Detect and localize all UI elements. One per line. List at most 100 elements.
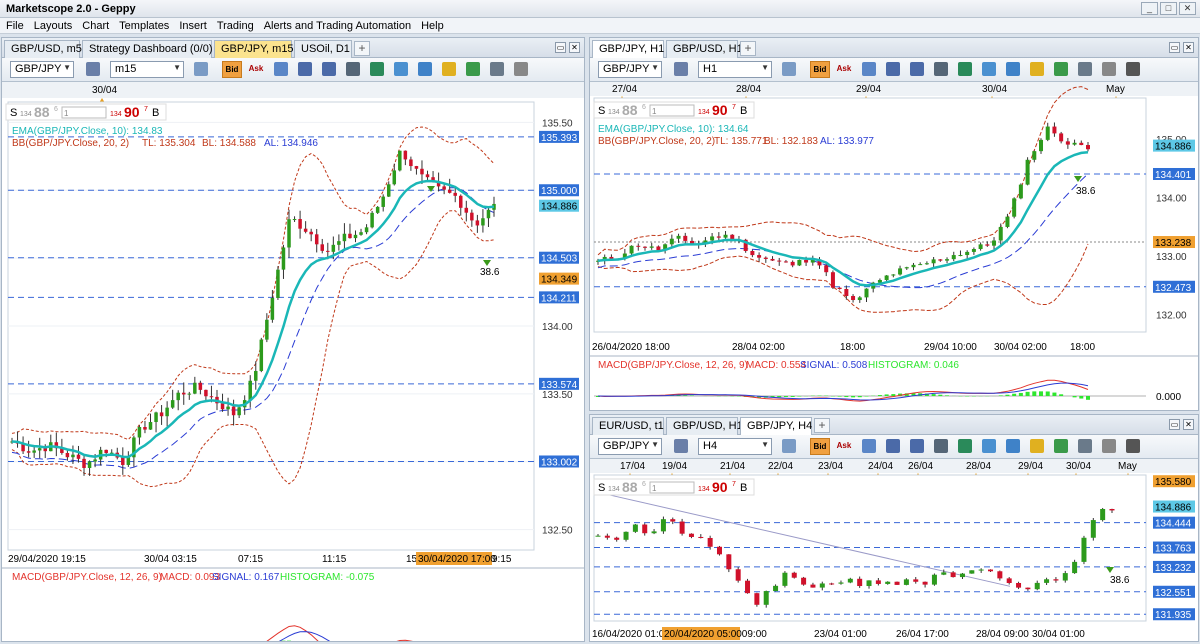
image-icon[interactable] xyxy=(466,62,480,76)
indicators-icon[interactable] xyxy=(862,62,876,76)
price-chart-area[interactable]: 17/04 19/04 21/04 22/04 23/04 24/04 26/04 28/04… xyxy=(590,459,1199,642)
menu-help[interactable]: Help xyxy=(421,20,444,32)
bb-al: AL: 134.946 xyxy=(264,138,318,149)
tab-gbpusd-m5[interactable]: GBP/USD, m5 xyxy=(4,40,82,58)
restore-panel-icon[interactable]: ▭ xyxy=(1169,419,1180,430)
ask-button[interactable]: Ask xyxy=(246,61,266,78)
ask-button[interactable]: Ask xyxy=(834,438,854,455)
pencil-icon[interactable] xyxy=(442,62,456,76)
restore-panel-icon[interactable]: ▭ xyxy=(555,42,566,53)
close-icon[interactable]: ✕ xyxy=(1179,2,1196,15)
price-candle xyxy=(87,461,92,468)
bid-button[interactable]: Bid xyxy=(222,61,242,78)
pencil-icon[interactable] xyxy=(1030,62,1044,76)
symbol-select[interactable]: GBP/JPY ▼ xyxy=(10,61,74,78)
close-panel-icon[interactable]: ✕ xyxy=(569,42,580,53)
print-icon[interactable] xyxy=(490,62,504,76)
price-tag-label: 133.002 xyxy=(541,457,578,468)
symbol-select[interactable]: GBP/JPY ▼ xyxy=(598,438,662,455)
add-tab-button[interactable]: + xyxy=(740,41,756,56)
crosshair-icon[interactable] xyxy=(934,439,948,453)
bid-button[interactable]: Bid xyxy=(810,61,830,78)
tab-gbpjpy-h1[interactable]: GBP/JPY, H1 xyxy=(592,40,664,58)
close-panel-icon[interactable]: ✕ xyxy=(1183,419,1194,430)
menu-alerts[interactable]: Alerts and Trading Automation xyxy=(264,20,411,32)
maximize-icon[interactable]: □ xyxy=(1160,2,1177,15)
menu-templates[interactable]: Templates xyxy=(119,20,169,32)
trade-ticket-buy-sup: 7 xyxy=(732,104,736,111)
price-candle xyxy=(1053,579,1059,581)
zoom-out-icon[interactable] xyxy=(910,439,924,453)
menu-trading[interactable]: Trading xyxy=(217,20,254,32)
settings-icon[interactable] xyxy=(1102,439,1116,453)
print-icon[interactable] xyxy=(1078,439,1092,453)
globe-icon[interactable] xyxy=(982,439,996,453)
menu-insert[interactable]: Insert xyxy=(179,20,207,32)
tab-eurusd-t1[interactable]: EUR/USD, t1 xyxy=(592,417,664,435)
refresh-icon[interactable] xyxy=(1006,439,1020,453)
close-panel-icon[interactable]: ✕ xyxy=(1183,42,1194,53)
tab-usoil-d1[interactable]: USOil, D1 xyxy=(294,40,352,58)
menu-file[interactable]: File xyxy=(6,20,24,32)
symbol-select[interactable]: GBP/JPY ▼ xyxy=(598,61,662,78)
crosshair-icon[interactable] xyxy=(346,62,360,76)
settings-icon[interactable] xyxy=(514,62,528,76)
ask-button[interactable]: Ask xyxy=(834,61,854,78)
timeframe-select[interactable]: H4 ▼ xyxy=(698,438,772,455)
pencil-icon[interactable] xyxy=(1030,439,1044,453)
macd-value: MACD: 0.554 xyxy=(746,360,806,371)
settings-icon[interactable] xyxy=(1102,62,1116,76)
zoom-in-icon[interactable] xyxy=(298,62,312,76)
trendline-icon[interactable] xyxy=(958,439,972,453)
zoom-in-icon[interactable] xyxy=(886,439,900,453)
histogram-bar xyxy=(1018,392,1023,396)
bid-button[interactable]: Bid xyxy=(810,438,830,455)
image-icon[interactable] xyxy=(1054,439,1068,453)
price-candle xyxy=(331,244,336,252)
add-tab-button[interactable]: + xyxy=(814,418,830,433)
chart-type-icon[interactable] xyxy=(782,62,796,76)
tab-strategy-dashboard[interactable]: Strategy Dashboard (0/0) xyxy=(82,40,213,58)
price-candle xyxy=(314,234,319,245)
instrument-icon[interactable] xyxy=(674,62,688,76)
timeframe-select[interactable]: m15 ▼ xyxy=(110,61,184,78)
trendline-icon[interactable] xyxy=(958,62,972,76)
indicators-icon[interactable] xyxy=(862,439,876,453)
top-date-label: 19/04 xyxy=(662,461,687,472)
price-candle xyxy=(632,524,638,532)
time-label: 16/04/2020 01:0 xyxy=(592,629,665,640)
restore-panel-icon[interactable]: ▭ xyxy=(1169,42,1180,53)
menu-icon[interactable] xyxy=(1126,62,1140,76)
chart-type-icon[interactable] xyxy=(194,62,208,76)
globe-icon[interactable] xyxy=(394,62,408,76)
price-chart-area[interactable]: 27/0428/0429/0430/04May135.00134.00133.0… xyxy=(590,82,1199,411)
add-tab-button[interactable]: + xyxy=(354,41,370,56)
menu-icon[interactable] xyxy=(1126,439,1140,453)
minimize-icon[interactable]: _ xyxy=(1141,2,1158,15)
price-tick: 134.00 xyxy=(1156,193,1187,204)
tab-gbpjpy-h4[interactable]: GBP/JPY, H4 xyxy=(740,417,812,435)
menu-layouts[interactable]: Layouts xyxy=(34,20,73,32)
crosshair-icon[interactable] xyxy=(934,62,948,76)
tab-gbpjpy-m15[interactable]: GBP/JPY, m15✕ xyxy=(214,40,306,58)
zoom-out-icon[interactable] xyxy=(910,62,924,76)
chart-type-icon[interactable] xyxy=(782,439,796,453)
zoom-out-icon[interactable] xyxy=(322,62,336,76)
tab-gbpusd-h1[interactable]: GBP/USD, H1 xyxy=(666,417,743,435)
time-label: 29/04 10:00 xyxy=(924,342,977,353)
tab-gbpusd-h1[interactable]: GBP/USD, H1 xyxy=(666,40,743,58)
zoom-in-icon[interactable] xyxy=(886,62,900,76)
instrument-icon[interactable] xyxy=(86,62,100,76)
refresh-icon[interactable] xyxy=(418,62,432,76)
timeframe-select[interactable]: H1 ▼ xyxy=(698,61,772,78)
menu-chart[interactable]: Chart xyxy=(82,20,109,32)
instrument-icon[interactable] xyxy=(674,439,688,453)
refresh-icon[interactable] xyxy=(1006,62,1020,76)
indicators-icon[interactable] xyxy=(274,62,288,76)
image-icon[interactable] xyxy=(1054,62,1068,76)
globe-icon[interactable] xyxy=(982,62,996,76)
print-icon[interactable] xyxy=(1078,62,1092,76)
trendline-icon[interactable] xyxy=(370,62,384,76)
price-chart-area[interactable]: 30/04135.50135.00134.50134.00133.50133.0… xyxy=(2,82,585,642)
histogram-bar xyxy=(877,395,882,396)
